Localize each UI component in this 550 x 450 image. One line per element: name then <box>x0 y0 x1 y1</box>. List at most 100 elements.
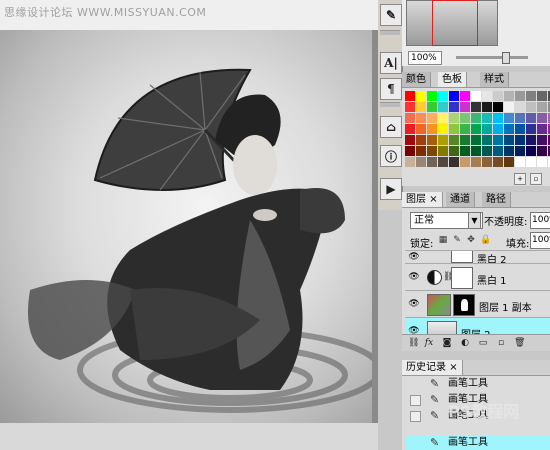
layer-mask-thumbnail[interactable] <box>451 267 473 289</box>
color-swatch[interactable] <box>493 146 503 156</box>
tab-history[interactable]: 历史记录 × <box>402 360 463 375</box>
adjustment-layer-icon[interactable]: ◐ <box>460 338 470 348</box>
color-swatch[interactable] <box>537 102 547 112</box>
color-swatch[interactable] <box>427 124 437 134</box>
color-swatch[interactable] <box>504 113 514 123</box>
opacity-field[interactable]: 100% <box>530 212 550 229</box>
color-swatch[interactable] <box>471 135 481 145</box>
history-snapshot-checkbox[interactable] <box>410 411 421 422</box>
color-swatch[interactable] <box>449 157 459 167</box>
color-swatch[interactable] <box>537 135 547 145</box>
color-swatch[interactable] <box>416 146 426 156</box>
color-swatch[interactable] <box>449 135 459 145</box>
add-mask-icon[interactable]: ◙ <box>442 338 452 348</box>
color-swatch[interactable] <box>504 102 514 112</box>
color-swatch[interactable] <box>493 102 503 112</box>
delete-swatch-icon[interactable]: ▫ <box>530 173 542 185</box>
color-swatch[interactable] <box>449 102 459 112</box>
color-swatch[interactable] <box>471 91 481 101</box>
layer-row[interactable]: 👁 黑白 2 <box>405 250 550 263</box>
color-swatch[interactable] <box>482 91 492 101</box>
canvas-image[interactable] <box>0 30 378 423</box>
color-swatch[interactable] <box>416 157 426 167</box>
eye-icon[interactable]: 👁 <box>408 272 420 282</box>
navigator-zoom-slider-knob[interactable] <box>502 52 510 64</box>
color-swatch[interactable] <box>482 146 492 156</box>
color-swatch[interactable] <box>427 91 437 101</box>
color-swatch[interactable] <box>405 113 415 123</box>
color-swatch[interactable] <box>405 124 415 134</box>
color-swatch[interactable] <box>416 91 426 101</box>
history-snapshot-checkbox[interactable] <box>410 395 421 406</box>
color-swatch[interactable] <box>515 124 525 134</box>
color-swatch[interactable] <box>482 102 492 112</box>
color-swatch[interactable] <box>449 113 459 123</box>
color-swatch[interactable] <box>416 102 426 112</box>
color-swatch[interactable] <box>493 91 503 101</box>
info-panel-icon[interactable]: ⓘ <box>380 145 402 167</box>
color-swatch[interactable] <box>427 146 437 156</box>
color-swatch[interactable] <box>427 135 437 145</box>
color-swatch[interactable] <box>438 113 448 123</box>
color-swatch[interactable] <box>526 124 536 134</box>
character-panel-icon[interactable]: A| <box>380 52 402 74</box>
layer-row[interactable]: 👁 图层 1 副本 <box>405 290 550 318</box>
color-swatch[interactable] <box>537 124 547 134</box>
color-swatch[interactable] <box>504 157 514 167</box>
color-swatch[interactable] <box>515 157 525 167</box>
close-icon[interactable]: × <box>429 194 437 205</box>
color-swatch[interactable] <box>537 91 547 101</box>
color-swatch[interactable] <box>471 157 481 167</box>
delete-layer-icon[interactable]: 🗑 <box>514 338 525 348</box>
color-swatch[interactable] <box>427 113 437 123</box>
navigator-view-box[interactable] <box>432 0 478 46</box>
color-swatch[interactable] <box>482 124 492 134</box>
layer-mask-thumbnail[interactable] <box>451 251 473 263</box>
color-swatch[interactable] <box>438 102 448 112</box>
eye-icon[interactable]: 👁 <box>408 299 420 309</box>
color-swatch[interactable] <box>504 124 514 134</box>
color-swatch[interactable] <box>493 157 503 167</box>
color-swatch[interactable] <box>460 91 470 101</box>
color-swatch[interactable] <box>471 102 481 112</box>
color-swatch[interactable] <box>471 146 481 156</box>
color-swatch[interactable] <box>493 113 503 123</box>
tab-swatches[interactable]: 色板 <box>438 72 467 87</box>
fx-icon[interactable]: fx <box>424 338 434 348</box>
color-swatch[interactable] <box>537 157 547 167</box>
color-swatch[interactable] <box>504 91 514 101</box>
history-item[interactable]: ✎ 画笔工具 <box>406 377 550 391</box>
color-swatch[interactable] <box>460 146 470 156</box>
color-swatch[interactable] <box>471 113 481 123</box>
color-swatch[interactable] <box>526 113 536 123</box>
brush-presets-icon[interactable]: ✎ <box>380 4 402 26</box>
color-swatch[interactable] <box>482 113 492 123</box>
new-layer-icon[interactable]: ▫ <box>496 338 506 348</box>
lock-all-icon[interactable]: 🔒 <box>480 235 491 245</box>
color-swatch[interactable] <box>526 91 536 101</box>
color-swatch[interactable] <box>471 124 481 134</box>
layer-thumbnail[interactable] <box>427 294 451 316</box>
new-group-icon[interactable]: ▭ <box>478 338 488 348</box>
color-swatch[interactable] <box>427 102 437 112</box>
color-swatch[interactable] <box>537 146 547 156</box>
color-swatch[interactable] <box>493 124 503 134</box>
color-swatch[interactable] <box>416 113 426 123</box>
lock-pixels-icon[interactable]: ✎ <box>452 235 462 245</box>
color-swatch[interactable] <box>438 157 448 167</box>
tab-styles[interactable]: 样式 <box>480 72 509 87</box>
fill-field[interactable]: 100% <box>530 232 550 249</box>
color-swatch[interactable] <box>526 146 536 156</box>
layer-mask-thumbnail[interactable] <box>453 294 475 316</box>
color-swatch[interactable] <box>515 102 525 112</box>
color-swatch[interactable] <box>427 157 437 167</box>
navigator-zoom-field[interactable]: 100% <box>408 51 442 65</box>
color-swatch[interactable] <box>515 113 525 123</box>
tool-presets-icon[interactable]: ⌂ <box>380 116 402 138</box>
color-swatch[interactable] <box>504 146 514 156</box>
document-canvas-area[interactable]: 思缘设计论坛 WWW.MISSYUAN.COM <box>0 0 378 450</box>
color-swatch[interactable] <box>482 135 492 145</box>
color-swatch[interactable] <box>405 146 415 156</box>
color-swatch[interactable] <box>460 157 470 167</box>
tab-color[interactable]: 颜色 <box>402 72 431 87</box>
